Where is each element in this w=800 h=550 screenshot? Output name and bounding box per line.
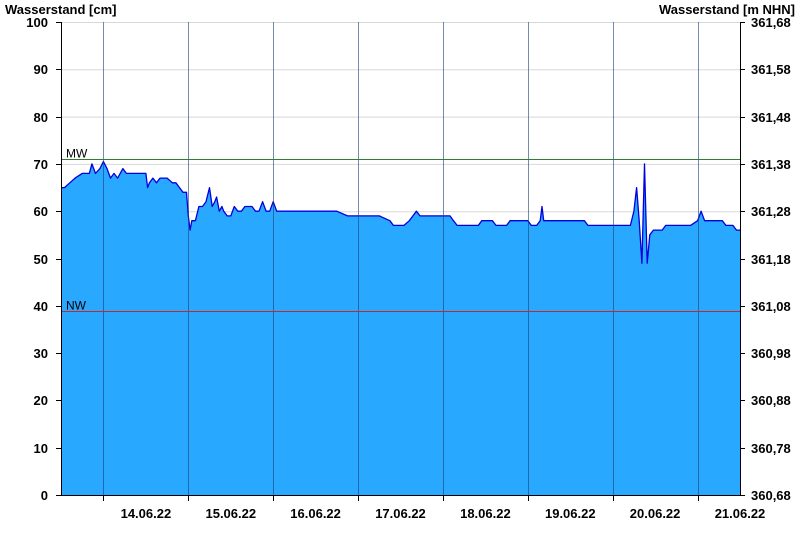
y-tick-label-right: 360,78 xyxy=(751,441,791,456)
y-tick-label-right: 360,88 xyxy=(751,393,791,408)
y-tick-label-left: 70 xyxy=(34,157,48,172)
y-tick-label-left: 20 xyxy=(34,393,48,408)
x-tick-label: 17.06.22 xyxy=(375,506,426,521)
y-tick-label-left: 0 xyxy=(41,488,48,503)
x-tick-label: 15.06.22 xyxy=(205,506,256,521)
x-tick-label: 18.06.22 xyxy=(460,506,511,521)
x-tick-label: 14.06.22 xyxy=(121,506,172,521)
x-tick-label: 20.06.22 xyxy=(630,506,681,521)
y-axis-left-title: Wasserstand [cm] xyxy=(5,2,117,17)
y-tick-label-left: 80 xyxy=(34,110,48,125)
y-tick-label-left: 50 xyxy=(34,252,48,267)
x-tick-label: 16.06.22 xyxy=(290,506,341,521)
y-tick-label-right: 361,08 xyxy=(751,299,791,314)
y-axis-left-ticks: 0 10 20 30 40 50 60 70 80 90 100 xyxy=(26,15,48,503)
y-tick-label-left: 30 xyxy=(34,346,48,361)
y-tick-label-left: 60 xyxy=(34,204,48,219)
y-tick-label-left: 40 xyxy=(34,299,48,314)
y-tick-label-right: 361,28 xyxy=(751,204,791,219)
y-tick-label-right: 360,98 xyxy=(751,346,791,361)
y-axis-right-ticks: 360,68 360,78 360,88 360,98 361,08 361,18 361,… xyxy=(751,15,791,503)
x-axis-ticks: 14.06.22 15.06.22 16.06.22 17.06.22 18.06.22… xyxy=(121,506,766,521)
y-tick-label-right: 361,48 xyxy=(751,110,791,125)
chart-canvas: Wasserstand [cm] Wasserstand [m NHN] MWN… xyxy=(5,2,795,521)
y-tick-label-right: 361,58 xyxy=(751,62,791,77)
reference-label-mw: MW xyxy=(66,147,88,161)
x-tick-label: 19.06.22 xyxy=(545,506,596,521)
y-tick-label-right: 360,68 xyxy=(751,488,791,503)
y-tick-label-left: 100 xyxy=(26,15,48,30)
y-tick-label-right: 361,38 xyxy=(751,157,791,172)
y-tick-label-left: 10 xyxy=(34,441,48,456)
y-tick-label-right: 361,18 xyxy=(751,252,791,267)
y-tick-label-left: 90 xyxy=(34,62,48,77)
water-level-chart: Wasserstand [cm] Wasserstand [m NHN] MW N… xyxy=(0,0,800,550)
x-tick-label: 21.06.22 xyxy=(715,506,766,521)
reference-label-nw: NW xyxy=(66,299,87,313)
y-tick-label-right: 361,68 xyxy=(751,15,791,30)
